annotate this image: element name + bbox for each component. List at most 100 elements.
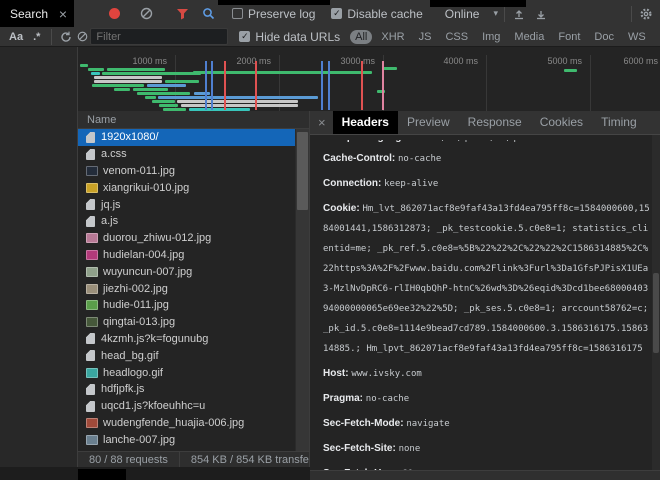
- request-list-scrollbar[interactable]: [295, 129, 309, 451]
- request-row-wuyuncun-007.jpg[interactable]: wuyuncun-007.jpg: [78, 263, 295, 280]
- hide-data-urls-label: Hide data URLs: [255, 30, 340, 44]
- name-column-header[interactable]: Name: [78, 111, 309, 129]
- clear-search-icon[interactable]: [74, 29, 90, 45]
- filter-pill-css[interactable]: CSS: [440, 30, 473, 44]
- request-list-panel: Name 1920x1080/a.css venom-011.jpg xiangri…: [78, 111, 310, 467]
- toolbar-divider: [504, 6, 505, 22]
- header-connection: Connection: keep-alive: [323, 173, 650, 193]
- close-search-icon[interactable]: ×: [59, 7, 67, 21]
- minimap-bar: [114, 88, 130, 91]
- checkbox-box: ✓: [239, 31, 250, 42]
- request-row-head_bg.gif[interactable]: head_bg.gif: [78, 347, 295, 364]
- request-row-xiangrikui-010.jpg[interactable]: xiangrikui-010.jpg: [78, 179, 295, 196]
- filter-pill-xhr[interactable]: XHR: [376, 30, 409, 44]
- tab-timing[interactable]: Timing: [592, 111, 646, 134]
- match-case-button[interactable]: Aa: [4, 31, 28, 43]
- scrollbar-thumb[interactable]: [653, 273, 659, 353]
- request-row-uqcd1.js?kfoeuhhc=u[interactable]: uqcd1.js?kfoeuhhc=u: [78, 398, 295, 415]
- minimap-bar: [145, 96, 156, 99]
- tab-headers[interactable]: Headers: [333, 111, 398, 134]
- filter-pill-ws[interactable]: WS: [623, 30, 651, 44]
- settings-gear-icon[interactable]: [638, 6, 654, 22]
- preserve-log-checkbox[interactable]: ✓ Preserve log: [232, 7, 315, 21]
- filter-pill-doc[interactable]: Doc: [589, 30, 619, 44]
- request-row-hudie-011.jpg[interactable]: hudie-011.jpg: [78, 297, 295, 314]
- image-icon: [86, 183, 98, 193]
- request-row-4kzmh.js?k=fogunubg[interactable]: 4kzmh.js?k=fogunubg: [78, 331, 295, 348]
- minimap-bar: [181, 104, 298, 107]
- clear-icon[interactable]: [138, 6, 154, 22]
- request-name: xiangrikui-010.jpg: [103, 182, 189, 194]
- request-name: hudielan-004.jpg: [103, 249, 184, 261]
- filter-pill-all[interactable]: All: [350, 30, 372, 44]
- scrollbar-thumb[interactable]: [297, 132, 308, 210]
- throttling-dropdown[interactable]: Online ▾: [445, 7, 498, 21]
- tab-preview[interactable]: Preview: [398, 111, 459, 134]
- request-name: a.css: [101, 148, 127, 160]
- request-row-a.css[interactable]: a.css: [78, 146, 295, 163]
- request-details-panel: × HeadersPreviewResponseCookiesTiming Ac…: [310, 111, 660, 480]
- minimap-bar: [94, 76, 162, 79]
- filter-input[interactable]: [90, 28, 228, 45]
- header-cache-control: Cache-Control: no-cache: [323, 148, 650, 168]
- image-icon: [86, 300, 98, 310]
- top-overlay-strip: [218, 0, 330, 5]
- search-icon[interactable]: [200, 6, 216, 22]
- minimap-bar: [193, 71, 361, 74]
- filter-pill-js[interactable]: JS: [414, 30, 437, 44]
- details-scrollbar[interactable]: [652, 135, 660, 470]
- requests-count: 80 / 88 requests: [78, 452, 180, 467]
- tab-cookies[interactable]: Cookies: [531, 111, 592, 134]
- event-line-blue: [205, 61, 207, 110]
- import-har-icon[interactable]: [511, 6, 527, 22]
- refresh-icon[interactable]: [58, 29, 74, 45]
- request-row-lanche-007.jpg[interactable]: lanche-007.jpg: [78, 431, 295, 448]
- name-column-label: Name: [87, 114, 116, 126]
- disable-cache-checkbox[interactable]: ✓ Disable cache: [331, 7, 422, 21]
- request-row-duorou_zhiwu-012.jpg[interactable]: duorou_zhiwu-012.jpg: [78, 230, 295, 247]
- header-pragma: Pragma: no-cache: [323, 388, 650, 408]
- request-row-headlogo.gif[interactable]: headlogo.gif: [78, 364, 295, 381]
- minimap-bar: [133, 88, 168, 91]
- document-icon: [86, 132, 95, 143]
- request-row-venom-011.jpg[interactable]: venom-011.jpg: [78, 163, 295, 180]
- search-results-panel: [0, 47, 78, 467]
- request-row-jiezhi-002.jpg[interactable]: jiezhi-002.jpg: [78, 280, 295, 297]
- event-line-red: [361, 61, 363, 110]
- hide-data-urls-checkbox[interactable]: ✓ Hide data URLs: [239, 30, 340, 44]
- request-row-jq.js[interactable]: jq.js: [78, 196, 295, 213]
- regex-button[interactable]: .*: [28, 31, 45, 43]
- request-row-qingtai-013.jpg[interactable]: qingtai-013.jpg: [78, 314, 295, 331]
- event-line-blue: [321, 61, 323, 110]
- document-icon: [86, 216, 95, 227]
- image-icon: [86, 233, 98, 243]
- record-icon[interactable]: [106, 6, 122, 22]
- filter-pill-img[interactable]: Img: [477, 30, 505, 44]
- tab-response[interactable]: Response: [459, 111, 531, 134]
- request-row-1920x1080/[interactable]: 1920x1080/: [78, 129, 295, 146]
- timeline-tick: 4000 ms: [428, 56, 478, 66]
- filter-pill-media[interactable]: Media: [509, 30, 549, 44]
- minimap-bar: [102, 72, 201, 75]
- close-details-icon[interactable]: ×: [310, 115, 333, 130]
- network-overview[interactable]: 1000 ms2000 ms3000 ms4000 ms5000 ms6000 …: [78, 47, 660, 112]
- request-row-a.js[interactable]: a.js: [78, 213, 295, 230]
- export-har-icon[interactable]: [533, 6, 549, 22]
- request-row-wudengfende_huajia-006.jpg[interactable]: wudengfende_huajia-006.jpg: [78, 415, 295, 432]
- chevron-down-icon: ▾: [493, 8, 498, 19]
- filter-icon[interactable]: [174, 6, 190, 22]
- resource-type-pills: AllXHRJSCSSImgMediaFontDocWSManifestOthe…: [348, 30, 660, 44]
- timeline-gridline: [486, 55, 487, 111]
- minimap-bar: [94, 80, 162, 83]
- request-row-hudielan-004.jpg[interactable]: hudielan-004.jpg: [78, 247, 295, 264]
- bottom-strip: [0, 467, 310, 480]
- timeline-tick: 3000 ms: [325, 56, 375, 66]
- main-toolbar: Search × ✓ Preserve log ✓ Disable cache …: [0, 0, 660, 27]
- devtools-network-panel: Search × ✓ Preserve log ✓ Disable cache …: [0, 0, 660, 480]
- filter-pill-font[interactable]: Font: [553, 30, 585, 44]
- request-row-hdfjpfk.js[interactable]: hdfjpfk.js: [78, 381, 295, 398]
- minimap-bar: [80, 64, 88, 67]
- filter-pill-manifest[interactable]: Manifest: [655, 30, 660, 44]
- image-icon: [86, 250, 98, 260]
- search-tab[interactable]: Search ×: [0, 0, 74, 27]
